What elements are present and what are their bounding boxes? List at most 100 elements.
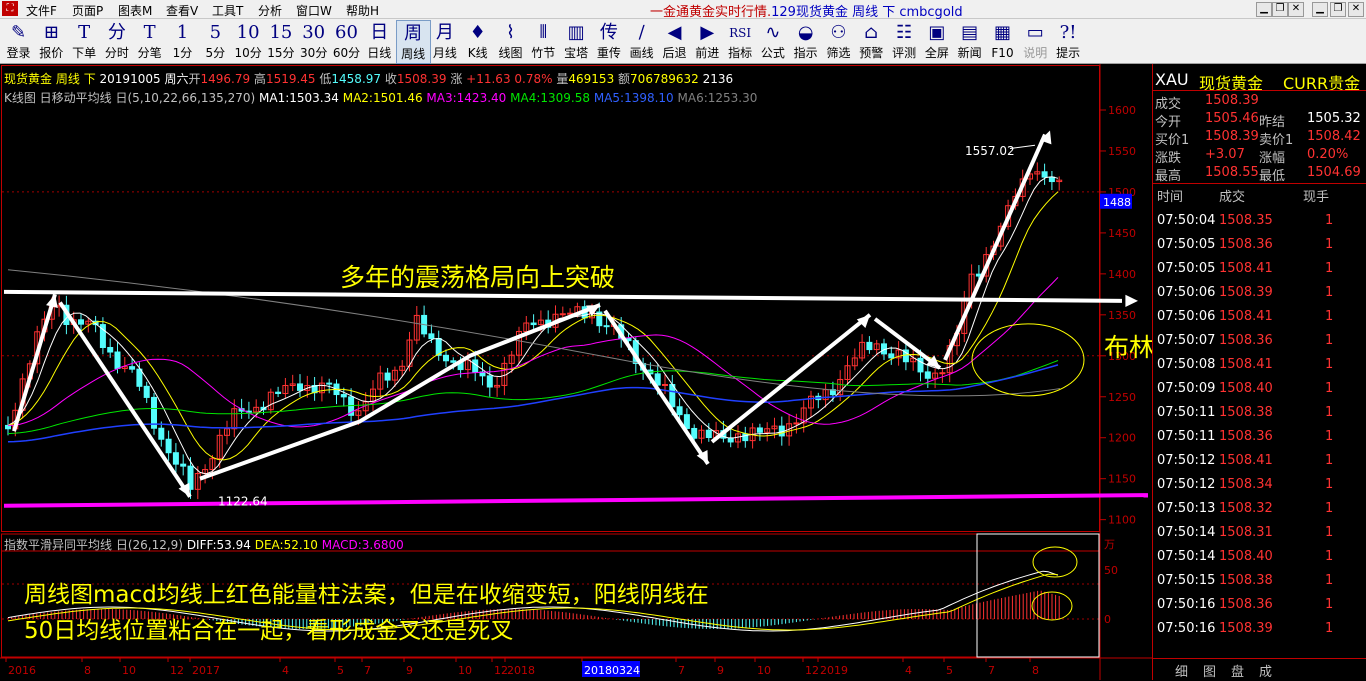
menu-analysis[interactable]: 分析 [258, 2, 282, 19]
candle-body [888, 353, 895, 359]
tab-deals[interactable]: 成 [1259, 661, 1272, 680]
tick-volume: 1 [1325, 237, 1334, 252]
menu-window[interactable]: 窗口W [296, 2, 332, 19]
toolbar-icon: ◒ [797, 22, 814, 43]
toolbar-button-16[interactable]: ⫴ 竹节 [527, 20, 560, 62]
time-tick-label: 5 [946, 664, 953, 677]
menu-help[interactable]: 帮助H [346, 2, 379, 19]
tab-detail[interactable]: 细 [1175, 661, 1188, 680]
menu-file[interactable]: 文件F [26, 2, 57, 19]
toolbar-button-14[interactable]: ♦ K线 [461, 20, 494, 62]
toolbar-button-29[interactable]: ▤ 新闻 [953, 20, 986, 62]
time-tick-label: 8 [84, 664, 91, 677]
toolbar-icon: RSI [729, 26, 752, 40]
toolbar-button-19[interactable]: ∕ 画线 [625, 20, 658, 62]
toolbar-button-32[interactable]: ?! 提示 [1052, 20, 1085, 62]
toolbar-button-5[interactable]: 1 1分 [166, 20, 199, 62]
toolbar-button-8[interactable]: 15 15分 [264, 20, 297, 62]
toolbar-button-11[interactable]: 日日线 [363, 20, 396, 62]
time-tick-label: 2016 [8, 664, 36, 677]
trend-arrow-down-1 [58, 301, 192, 498]
minimize-button[interactable]: ▁ [1312, 2, 1328, 17]
inner-restore-button[interactable]: ❐ [1272, 2, 1288, 17]
tab-chart[interactable]: 图 [1203, 661, 1216, 680]
trend-arrow-down-2 [603, 309, 710, 466]
menu-chart[interactable]: 图表M [118, 2, 152, 19]
menu-tools[interactable]: 工具T [212, 2, 243, 19]
ma1-line [7, 176, 1059, 475]
toolbar-button-6[interactable]: 5 5分 [199, 20, 232, 62]
ticks-header-volume: 现手 [1303, 190, 1330, 205]
tick-time: 07:50:16 [1157, 597, 1216, 612]
time-tick-label: 2019 [820, 664, 848, 677]
inner-close-button[interactable]: ✕ [1288, 2, 1304, 17]
price-tick-label: 1200 [1108, 432, 1136, 445]
toolbar-button-17[interactable]: ▥ 宝塔 [560, 20, 593, 62]
toolbar-icon: T [78, 22, 91, 43]
tick-volume: 1 [1325, 405, 1334, 420]
time-tick-label: 12 [170, 664, 184, 677]
inner-minimize-button[interactable]: ▁ [1256, 2, 1272, 17]
toolbar-icon: ∿ [765, 22, 781, 43]
toolbar-button-15[interactable]: ⌇ 线图 [494, 20, 527, 62]
tick-volume: 1 [1325, 573, 1334, 588]
tick-volume: 1 [1325, 597, 1334, 612]
toolbar-button-4[interactable]: T 分笔 [133, 20, 166, 62]
toolbar-button-7[interactable]: 10 10分 [232, 20, 265, 62]
toolbar-button-30[interactable]: ▦ F10 [986, 20, 1019, 62]
toolbar-button-26[interactable]: ⌂ 预警 [855, 20, 888, 62]
toolbar-button-24[interactable]: ◒ 指示 [789, 20, 822, 62]
bottom-tab-bar: 细 图 盘 成 [1153, 658, 1366, 681]
toolbar-button-23[interactable]: ∿ 公式 [756, 20, 789, 62]
toolbar-button-22[interactable]: RSI 指标 [724, 20, 757, 62]
menu-page[interactable]: 页面P [72, 2, 103, 19]
toolbar-button-21[interactable]: ▶ 前进 [691, 20, 724, 62]
close-button[interactable]: ✕ [1348, 2, 1364, 17]
candle-body [866, 341, 873, 351]
tick-row: 07:50:08 1508.41 1 [1153, 353, 1366, 377]
toolbar-label: 竹节 [531, 46, 556, 60]
toolbar-button-27[interactable]: ☷ 评测 [888, 20, 921, 62]
chart-area[interactable]: 现货黄金 周线 下 20191005 周六开1496.79 高1519.45 低… [0, 64, 1329, 680]
candle-body [165, 438, 172, 454]
toolbar-button-1[interactable]: ⊞ 报价 [35, 20, 68, 62]
toolbar-button-13[interactable]: 月月线 [428, 20, 461, 62]
last-label: 成交 [1155, 97, 1182, 112]
tick-time: 07:50:13 [1157, 501, 1216, 516]
candle-body [486, 375, 493, 388]
toolbar-button-28[interactable]: ▣ 全屏 [920, 20, 953, 62]
toolbar-button-0[interactable]: ✎ 登录 [2, 20, 35, 62]
tick-row: 07:50:11 1508.38 1 [1153, 401, 1366, 425]
macd-note-line2: 50日均线位置粘合在一起，看形成金叉还是死叉 [24, 618, 514, 644]
toolbar-button-31[interactable]: ▭ 说明 [1019, 20, 1052, 62]
ask-value: 1508.42 [1307, 129, 1361, 144]
toolbar-label: 前进 [695, 46, 720, 60]
ticks-divider [1153, 183, 1366, 184]
candle-body [107, 346, 114, 353]
toolbar-icon: ∕ [638, 22, 645, 43]
bid-value: 1508.39 [1205, 129, 1259, 144]
tick-row: 07:50:13 1508.32 1 [1153, 497, 1366, 521]
restore-button[interactable]: ❐ [1330, 2, 1346, 17]
toolbar-label: 60分 [332, 46, 361, 60]
candle-body [756, 427, 763, 433]
toolbar-icon: ⌂ [864, 22, 879, 43]
ask-label: 卖价1 [1259, 133, 1294, 148]
toolbar-button-2[interactable]: T 下单 [68, 20, 101, 62]
price-tick-label: 1100 [1108, 514, 1136, 527]
tab-board[interactable]: 盘 [1231, 661, 1244, 680]
ticks-list[interactable]: 07:50:04 1508.35 1 07:50:05 1508.36 1 07:50:05… [1153, 209, 1366, 657]
tick-price: 1508.35 [1219, 213, 1273, 228]
toolbar-button-9[interactable]: 30 30分 [297, 20, 330, 62]
toolbar-button-25[interactable]: ⚇ 筛选 [822, 20, 855, 62]
toolbar-button-20[interactable]: ◀ 后退 [658, 20, 691, 62]
price-tick-label: 1250 [1108, 391, 1136, 404]
toolbar-button-10[interactable]: 60 60分 [330, 20, 363, 62]
toolbar-icon: ?! [1059, 22, 1077, 43]
tick-time: 07:50:11 [1157, 429, 1216, 444]
menu-view[interactable]: 查看V [166, 2, 198, 19]
toolbar-button-3[interactable]: 分分时 [100, 20, 133, 62]
tick-time: 07:50:04 [1157, 213, 1216, 228]
toolbar-button-12[interactable]: 周周线 [395, 20, 431, 64]
toolbar-button-18[interactable]: 传重传 [592, 20, 625, 62]
